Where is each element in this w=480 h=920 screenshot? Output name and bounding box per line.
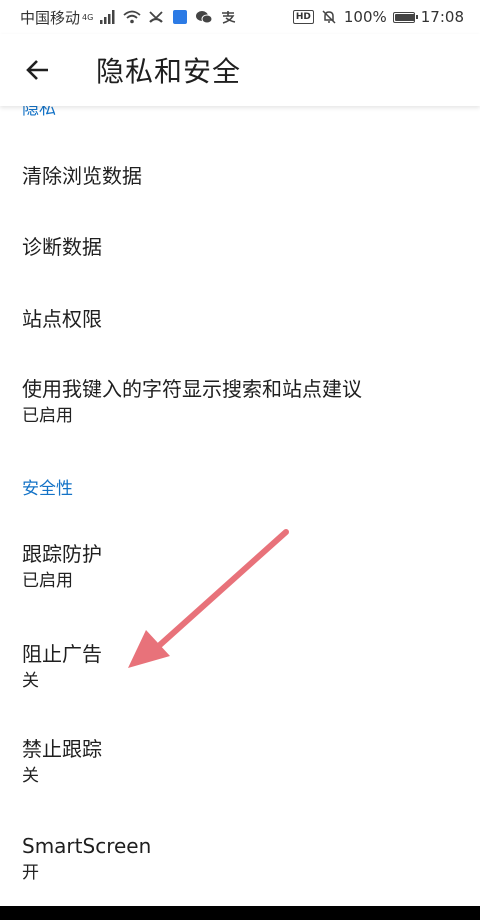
page-title: 隐私和安全 xyxy=(96,55,242,88)
battery-percent: 100% xyxy=(343,8,387,26)
missed-call-icon xyxy=(147,8,165,26)
setting-title: 阻止广告 xyxy=(22,642,102,666)
battery-icon xyxy=(392,11,418,23)
wifi-icon xyxy=(123,8,141,26)
setting-status: 关 xyxy=(22,766,39,786)
setting-status: 已启用 xyxy=(22,571,73,591)
setting-search-suggestions[interactable]: 使用我键入的字符显示搜索和站点建议 已启用 xyxy=(0,375,480,429)
setting-title: 禁止跟踪 xyxy=(22,737,102,761)
status-bar-left: 中国移动 4G xyxy=(20,7,237,28)
setting-diagnostic-data[interactable]: 诊断数据 xyxy=(0,233,480,261)
settings-list[interactable]: 隐私 清除浏览数据 诊断数据 站点权限 使用我键入的字符显示搜索和站点建议 已启… xyxy=(0,90,480,906)
setting-clear-browsing-data[interactable]: 清除浏览数据 xyxy=(0,162,480,190)
setting-tracking-prevention[interactable]: 跟踪防护 已启用 xyxy=(0,540,480,594)
setting-status: 已启用 xyxy=(22,406,73,426)
status-bar-right: HD 100% 17:08 xyxy=(292,8,464,26)
hd-badge: HD xyxy=(292,10,314,24)
setting-title: 站点权限 xyxy=(22,307,102,331)
app-icon xyxy=(171,8,189,26)
app-header: 隐私和安全 xyxy=(0,34,480,106)
back-button[interactable] xyxy=(18,50,58,90)
network-type-label: 4G xyxy=(82,12,94,22)
setting-title: 跟踪防护 xyxy=(22,542,102,566)
setting-title: 使用我键入的字符显示搜索和站点建议 xyxy=(22,377,362,401)
wechat-icon xyxy=(195,8,213,26)
setting-status: 开 xyxy=(22,863,39,883)
system-navigation-bar xyxy=(0,906,480,920)
setting-smartscreen[interactable]: SmartScreen 开 xyxy=(0,832,480,886)
signal-icon xyxy=(99,8,117,26)
carrier-label: 中国移动 xyxy=(20,8,81,27)
setting-site-permissions[interactable]: 站点权限 xyxy=(0,305,480,333)
mute-icon xyxy=(320,8,338,26)
alipay-icon xyxy=(219,8,237,26)
setting-title: SmartScreen xyxy=(22,834,152,858)
clock: 17:08 xyxy=(420,8,464,26)
status-bar: 中国移动 4G HD 100% 17:08 xyxy=(0,0,480,34)
setting-status: 关 xyxy=(22,671,39,691)
section-header-security: 安全性 xyxy=(22,479,73,499)
setting-block-ads[interactable]: 阻止广告 关 xyxy=(0,640,480,694)
setting-title: 诊断数据 xyxy=(22,235,102,259)
setting-do-not-track[interactable]: 禁止跟踪 关 xyxy=(0,735,480,789)
setting-title: 清除浏览数据 xyxy=(22,164,142,188)
back-arrow-icon xyxy=(26,60,48,80)
